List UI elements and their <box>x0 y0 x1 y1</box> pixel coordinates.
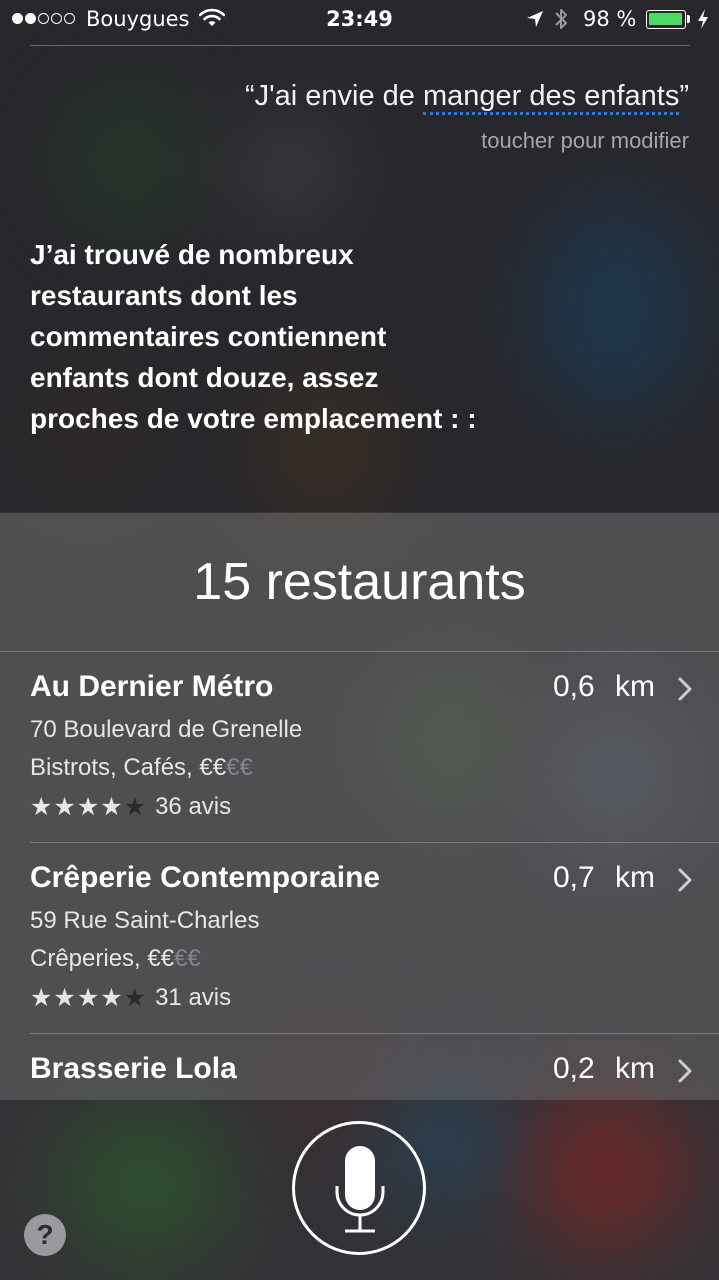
chevron-right-icon <box>677 867 693 893</box>
star-rating-icon: ★★★★★ <box>30 984 148 1012</box>
edit-hint[interactable]: toucher pour modifier <box>481 128 689 154</box>
price-level: €€ <box>199 754 227 781</box>
review-count: 36 avis <box>155 793 232 820</box>
battery-icon <box>646 10 686 29</box>
restaurant-row[interactable]: Au Dernier Métro 0,6 km 70 Boulevard de … <box>0 652 719 842</box>
restaurant-distance: 0,2 km <box>552 1052 655 1085</box>
restaurant-row[interactable]: Crêperie Contemporaine 0,7 km 59 Rue Sai… <box>0 843 719 1033</box>
restaurant-address: 59 Rue Saint-Charles <box>30 907 260 934</box>
battery-percent: 98 % <box>583 7 637 31</box>
query-uncertain-text: manger des enfants <box>423 80 680 115</box>
results-title: 15 restaurants <box>193 553 526 611</box>
microphone-button[interactable] <box>292 1121 426 1255</box>
restaurant-distance: 0,7 km <box>552 861 655 894</box>
chevron-right-icon <box>677 1058 693 1084</box>
help-button[interactable]: ? <box>24 1214 66 1256</box>
restaurant-name: Brasserie Lola <box>30 1052 237 1085</box>
restaurant-category: Crêperies, €€€€ <box>30 945 201 972</box>
restaurant-name: Crêperie Contemporaine <box>30 861 381 894</box>
location-arrow-icon <box>526 9 544 33</box>
restaurant-category: Bistrots, Cafés, €€€€ <box>30 754 253 781</box>
restaurant-rating: ★★★★★ 31 avis <box>30 983 231 1013</box>
review-count: 31 avis <box>155 984 232 1011</box>
price-level: €€ <box>147 945 175 972</box>
divider <box>30 45 690 46</box>
restaurant-address: 70 Boulevard de Grenelle <box>30 716 303 743</box>
bluetooth-icon <box>554 6 568 37</box>
status-bar: Bouygues 23:49 98 % <box>0 0 719 40</box>
siri-answer: J’ai trouvé de nombreux restaurants dont… <box>30 239 477 434</box>
charging-bolt-icon <box>697 8 709 35</box>
results-card: 15 restaurants Au Dernier Métro 0,6 km 7… <box>0 513 719 1100</box>
star-rating-icon: ★★★★★ <box>30 793 148 821</box>
restaurant-distance: 0,6 km <box>552 670 655 703</box>
query-text: J'ai envie de <box>254 80 423 112</box>
user-query[interactable]: “J'ai envie de manger des enfants” <box>245 80 689 115</box>
restaurant-name: Au Dernier Métro <box>30 670 274 703</box>
chevron-right-icon <box>677 676 693 702</box>
microphone-icon <box>335 1146 385 1233</box>
restaurant-rating: ★★★★★ 36 avis <box>30 792 231 822</box>
restaurant-row[interactable]: Brasserie Lola 0,2 km <box>0 1034 719 1100</box>
